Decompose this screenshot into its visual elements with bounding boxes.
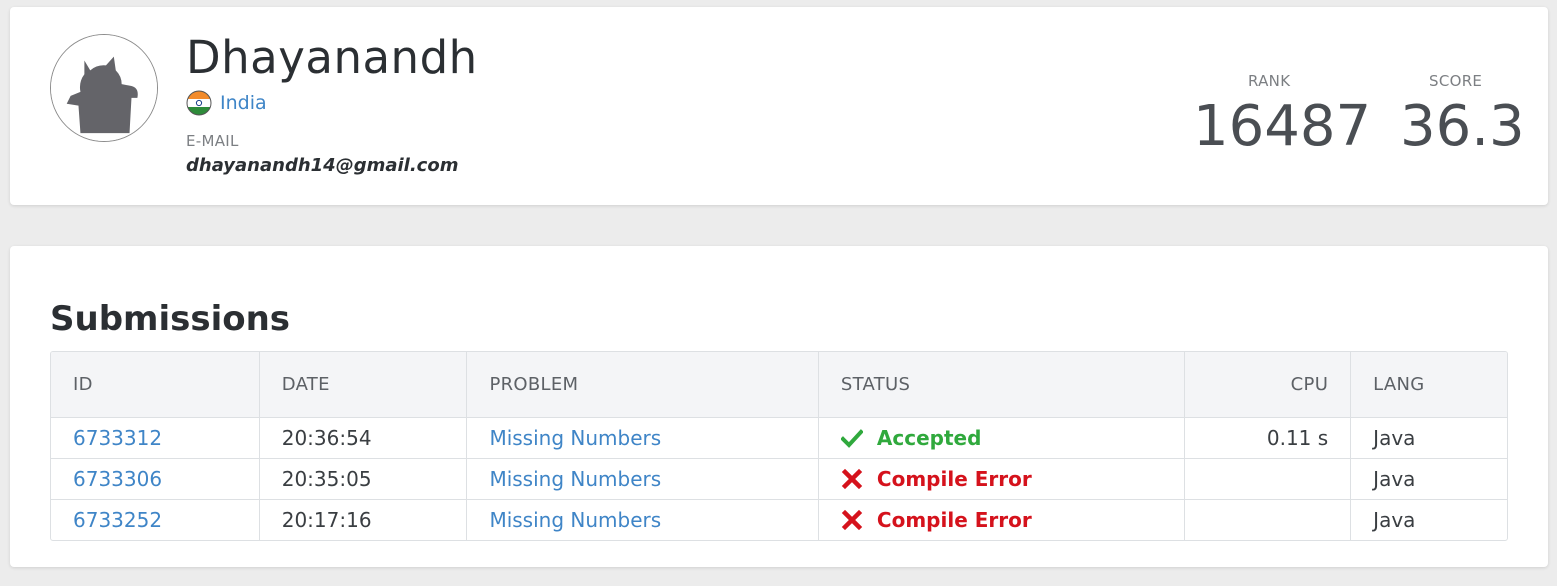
- language: Java: [1350, 418, 1507, 458]
- avatar-silhouette-icon: [51, 35, 157, 141]
- cpu-time: [1184, 500, 1350, 540]
- column-header-id: ID: [73, 374, 93, 395]
- column-header-status: STATUS: [817, 352, 1184, 417]
- table-row: 6733252 20:17:16 Missing Numbers Compile…: [51, 499, 1507, 540]
- cpu-time: [1184, 459, 1350, 499]
- problem-link[interactable]: Missing Numbers: [466, 418, 817, 458]
- cpu-time: 0.11 s: [1184, 418, 1350, 458]
- column-header-date: DATE: [258, 352, 467, 417]
- language: Java: [1350, 500, 1507, 540]
- status-cell: Accepted: [817, 418, 1184, 458]
- status-cell: Compile Error: [817, 459, 1184, 499]
- status-cell: Compile Error: [817, 500, 1184, 540]
- rank-value: 16487: [1193, 94, 1372, 159]
- table-row: 6733312 20:36:54 Missing Numbers Accepte…: [51, 417, 1507, 458]
- status-text: Compile Error: [876, 508, 1032, 532]
- problem-link[interactable]: Missing Numbers: [466, 459, 817, 499]
- column-header-problem: PROBLEM: [466, 352, 817, 417]
- email-value: dhayanandh14@gmail.com: [186, 155, 459, 176]
- score-value: 36.3: [1400, 94, 1525, 159]
- status-badge: Accepted: [840, 426, 982, 450]
- submission-date: 20:36:54: [258, 418, 467, 458]
- profile-card: Dhayanandh India E-MAIL dhayanandh14@gma…: [10, 7, 1548, 205]
- checkmark-icon: [840, 429, 863, 448]
- india-flag-icon: [186, 90, 212, 116]
- column-header-cpu: CPU: [1184, 352, 1350, 417]
- status-text: Compile Error: [876, 467, 1032, 491]
- table-row: 6733306 20:35:05 Missing Numbers Compile…: [51, 458, 1507, 499]
- submission-id-link[interactable]: 6733306: [51, 459, 259, 499]
- submission-id-link[interactable]: 6733312: [51, 418, 259, 458]
- status-badge: Compile Error: [841, 508, 1032, 532]
- status-badge: Compile Error: [841, 467, 1032, 491]
- rank-label: RANK: [1248, 72, 1291, 90]
- submissions-title: Submissions: [50, 299, 291, 339]
- avatar[interactable]: [50, 34, 158, 142]
- language: Java: [1350, 459, 1507, 499]
- submission-date: 20:17:16: [258, 500, 467, 540]
- email-label: E-MAIL: [186, 132, 239, 150]
- cross-icon: [841, 468, 863, 490]
- country: India: [186, 90, 267, 116]
- table-header-row: ID DATE PROBLEM STATUS CPU LANG: [51, 352, 1507, 417]
- score-label: SCORE: [1429, 72, 1483, 90]
- submission-date: 20:35:05: [258, 459, 467, 499]
- cross-icon: [841, 509, 863, 531]
- country-link[interactable]: India: [220, 92, 267, 114]
- submission-id-link[interactable]: 6733252: [51, 500, 259, 540]
- user-name: Dhayanandh: [186, 31, 478, 84]
- column-header-lang: LANG: [1350, 352, 1507, 417]
- status-text: Accepted: [876, 426, 982, 450]
- submissions-card: Submissions ID DATE PROBLEM STATUS CPU L…: [10, 246, 1548, 567]
- problem-link[interactable]: Missing Numbers: [466, 500, 817, 540]
- submissions-table: ID DATE PROBLEM STATUS CPU LANG 6733312 …: [50, 351, 1508, 541]
